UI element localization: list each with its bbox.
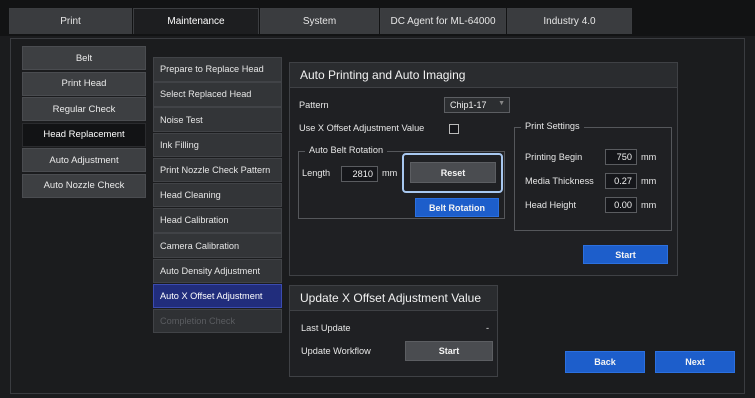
length-label: Length: [302, 168, 331, 178]
tab-dc-agent[interactable]: DC Agent for ML-64000: [380, 8, 506, 34]
head-height-unit: mm: [641, 200, 657, 210]
pattern-label: Pattern: [299, 100, 329, 110]
subnav-item-completion-check: Completion Check: [153, 308, 282, 334]
last-update-label: Last Update: [301, 323, 351, 333]
tab-maintenance[interactable]: Maintenance: [133, 8, 259, 34]
back-button[interactable]: Back: [565, 351, 645, 373]
sidebar-item-belt[interactable]: Belt: [22, 46, 146, 70]
sidebar-item-auto-adjustment[interactable]: Auto Adjustment: [22, 148, 146, 172]
auto-start-button[interactable]: Start: [583, 245, 668, 264]
pattern-select-value: Chip1-17: [450, 100, 487, 110]
subnav-item-auto-x-offset-adjustment[interactable]: Auto X Offset Adjustment: [153, 283, 282, 309]
printing-begin-label: Printing Begin: [525, 152, 583, 162]
length-unit: mm: [382, 168, 398, 178]
next-button[interactable]: Next: [655, 351, 735, 373]
print-settings-title: Print Settings: [521, 121, 584, 131]
printing-begin-unit: mm: [641, 152, 657, 162]
sidebar-item-regular-check[interactable]: Regular Check: [22, 97, 146, 121]
subnav-item-select-replaced-head[interactable]: Select Replaced Head: [153, 82, 282, 107]
subnav: Prepare to Replace Head Select Replaced …: [153, 57, 282, 334]
subnav-item-ink-filling[interactable]: Ink Filling: [153, 132, 282, 158]
tab-print[interactable]: Print: [9, 8, 132, 34]
printing-begin-field[interactable]: 750: [605, 149, 637, 165]
subnav-item-camera-calibration[interactable]: Camera Calibration: [153, 233, 282, 258]
print-settings-group: Print Settings Printing Begin 750 mm Med…: [514, 121, 672, 231]
update-workflow-start-button[interactable]: Start: [405, 341, 493, 361]
last-update-value: -: [486, 323, 490, 333]
update-workflow-label: Update Workflow: [301, 346, 371, 356]
subnav-item-head-cleaning[interactable]: Head Cleaning: [153, 182, 282, 208]
chevron-down-icon: ▼: [498, 100, 505, 107]
media-thickness-label: Media Thickness: [525, 176, 594, 186]
media-thickness-field[interactable]: 0.27: [605, 173, 637, 189]
media-thickness-unit: mm: [641, 176, 657, 186]
use-x-offset-checkbox[interactable]: [449, 124, 459, 134]
sidebar: Belt Print Head Regular Check Head Repla…: [22, 46, 146, 199]
subnav-item-head-calibration[interactable]: Head Calibration: [153, 208, 282, 233]
subnav-item-auto-density-adjustment[interactable]: Auto Density Adjustment: [153, 258, 282, 283]
sidebar-item-head-replacement[interactable]: Head Replacement: [22, 122, 146, 147]
length-field[interactable]: 2810: [341, 166, 378, 182]
belt-rotation-button[interactable]: Belt Rotation: [415, 198, 499, 217]
pattern-select[interactable]: Chip1-17 ▼: [444, 97, 510, 113]
subnav-item-prepare-to-replace-head[interactable]: Prepare to Replace Head: [153, 57, 282, 82]
update-x-offset-panel-title: Update X Offset Adjustment Value: [290, 286, 497, 311]
auto-printing-panel: Auto Printing and Auto Imaging Pattern C…: [289, 62, 678, 276]
tab-system[interactable]: System: [260, 8, 379, 34]
subnav-item-noise-test[interactable]: Noise Test: [153, 107, 282, 132]
auto-printing-panel-title: Auto Printing and Auto Imaging: [290, 63, 677, 88]
subnav-item-print-nozzle-check-pattern[interactable]: Print Nozzle Check Pattern: [153, 157, 282, 183]
update-x-offset-panel: Update X Offset Adjustment Value Last Up…: [289, 285, 498, 377]
sidebar-item-auto-nozzle-check[interactable]: Auto Nozzle Check: [22, 173, 146, 198]
top-tab-bar: Print Maintenance System DC Agent for ML…: [0, 0, 755, 36]
auto-belt-rotation-title: Auto Belt Rotation: [305, 145, 388, 155]
reset-button[interactable]: Reset: [410, 162, 496, 183]
use-x-offset-label: Use X Offset Adjustment Value: [299, 123, 425, 133]
head-height-field[interactable]: 0.00: [605, 197, 637, 213]
sidebar-item-print-head[interactable]: Print Head: [22, 71, 146, 96]
head-height-label: Head Height: [525, 200, 577, 210]
tab-industry-4[interactable]: Industry 4.0: [507, 8, 632, 34]
